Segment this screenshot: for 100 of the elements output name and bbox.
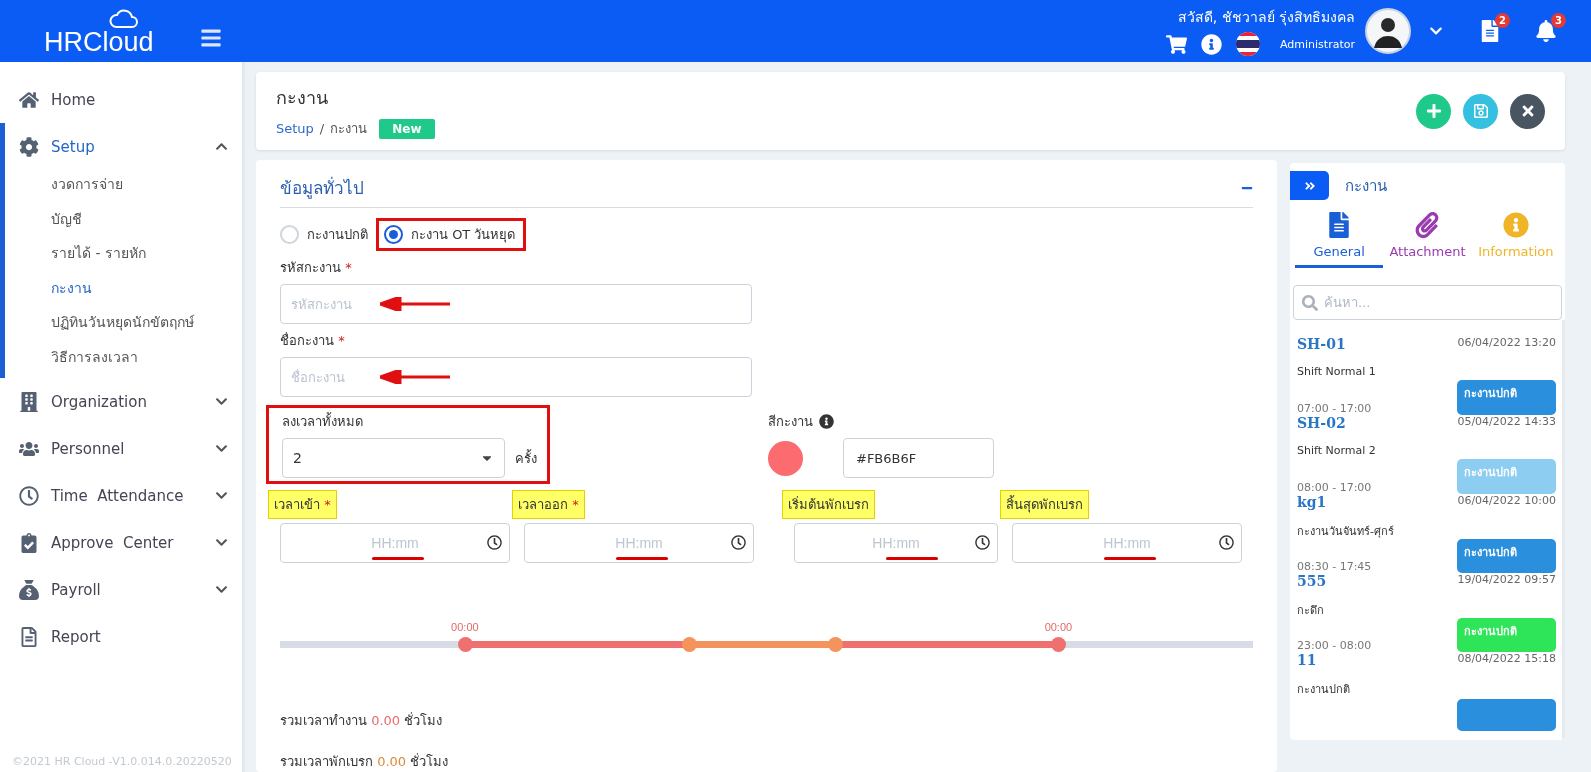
time-range: 08:00 - 17:00 bbox=[1297, 481, 1373, 494]
info-icon[interactable] bbox=[819, 414, 834, 429]
date-text: 05/04/2022 14:33 bbox=[1457, 415, 1556, 430]
home-icon bbox=[19, 89, 39, 110]
list-item[interactable]: 555 19/04/2022 09:57 กะดึก 23:00 - 08:00 กะงานปกติ bbox=[1297, 573, 1556, 652]
greeting: สวัสดี, ชัชวาลย์ รุ่งสิทธิมงคล bbox=[1177, 8, 1355, 28]
document-icon bbox=[19, 626, 39, 647]
slider-handle[interactable] bbox=[681, 637, 697, 652]
time-range: 07:00 - 17:00 bbox=[1297, 402, 1373, 415]
radio-option[interactable]: กะงานปกติ bbox=[280, 224, 368, 245]
shift-name: Shift Normal 1 bbox=[1297, 365, 1377, 381]
shift-tag: กะงานปกติ bbox=[1457, 458, 1556, 494]
slider-handle[interactable] bbox=[457, 637, 473, 652]
submenu-item[interactable]: วิธีการลงเวลา bbox=[5, 339, 242, 374]
clock-icon bbox=[19, 485, 39, 506]
gear-icon bbox=[19, 136, 39, 157]
date-text: 08/04/2022 15:18 bbox=[1457, 652, 1556, 667]
underline-mark bbox=[372, 557, 424, 560]
search-icon bbox=[1302, 295, 1318, 311]
shift-code: 555 bbox=[1297, 573, 1328, 591]
nav-item[interactable]: Approve Center bbox=[0, 519, 242, 566]
page-title: กะงาน bbox=[276, 86, 329, 110]
clock-icon bbox=[975, 535, 990, 550]
clock-icon bbox=[1219, 535, 1234, 550]
field-label: ชื่อกะงาน * bbox=[280, 331, 346, 350]
plus-icon bbox=[1425, 103, 1442, 119]
nav-item[interactable]: Organization bbox=[0, 378, 242, 425]
status-badge: New bbox=[379, 118, 435, 139]
close-button[interactable] bbox=[1510, 93, 1545, 129]
color-swatch[interactable] bbox=[768, 440, 803, 476]
submenu-item[interactable]: รายได้ - รายหัก bbox=[5, 236, 242, 271]
shift-tag: กะงานปกติ bbox=[1457, 379, 1556, 415]
slider-handle[interactable] bbox=[1051, 637, 1067, 652]
count-dropdown[interactable]: 2 bbox=[282, 438, 505, 478]
radio-option[interactable]: กะงาน OT วันหยุด bbox=[384, 224, 516, 245]
menu-button[interactable] bbox=[199, 27, 222, 49]
count-badge: 2 bbox=[1495, 13, 1510, 28]
submenu-item[interactable]: งวดการจ่าย bbox=[5, 167, 242, 202]
underline-mark bbox=[886, 557, 938, 560]
nav-item[interactable]: Payroll bbox=[0, 566, 242, 613]
list-item[interactable]: 11 08/04/2022 15:18 กะงานปกติ bbox=[1297, 652, 1556, 731]
shift-tag: กะงานปกติ bbox=[1457, 618, 1556, 652]
avatar[interactable] bbox=[1365, 8, 1411, 54]
slider-handle[interactable] bbox=[827, 637, 843, 652]
building-icon bbox=[19, 391, 39, 412]
time-field[interactable]: HH:mm bbox=[1012, 523, 1242, 563]
chevron-down-icon bbox=[215, 489, 228, 502]
shift-code: 11 bbox=[1297, 652, 1318, 670]
field-label: รหัสกะงาน * bbox=[280, 259, 353, 277]
underline-mark bbox=[1104, 557, 1156, 560]
nav-item[interactable]: Setup bbox=[0, 123, 242, 170]
color-label: สีกะงาน bbox=[768, 413, 813, 431]
chevron-down-icon bbox=[215, 583, 228, 596]
nav-item[interactable]: Home bbox=[0, 76, 242, 123]
search-field[interactable]: ค้นหา... bbox=[1293, 285, 1562, 320]
nav-item[interactable]: Time Attendance bbox=[0, 472, 242, 519]
field-label: เวลาเข้า * bbox=[268, 490, 337, 519]
breadcrumb-current: กะงาน bbox=[330, 120, 368, 138]
nav-item[interactable]: Report bbox=[0, 613, 242, 660]
cart-button[interactable] bbox=[1166, 33, 1187, 55]
input-field[interactable]: ชื่อกะงาน bbox=[280, 357, 752, 397]
list-item[interactable]: kg1 06/04/2022 10:00 กะงานวันจันทร์-ศุกร์ 08:30 - 17:45 กะงานปกติ bbox=[1297, 494, 1556, 573]
expand-button[interactable] bbox=[1290, 171, 1329, 200]
color-field[interactable]: #FB6B6F bbox=[843, 438, 994, 478]
time-field[interactable]: HH:mm bbox=[524, 523, 754, 563]
flag-icon[interactable] bbox=[1236, 32, 1260, 56]
tab[interactable]: Attachment bbox=[1383, 210, 1472, 268]
handle-label: 00:00 bbox=[1044, 621, 1073, 633]
time-field[interactable]: HH:mm bbox=[280, 523, 510, 563]
breadcrumb-link[interactable]: Setup bbox=[276, 121, 314, 136]
submenu-item[interactable]: ปฏิทินวันหยุดนักขัตฤกษ์ bbox=[5, 305, 242, 340]
info-button[interactable] bbox=[1201, 33, 1222, 55]
submenu-item[interactable]: บัญชี bbox=[5, 201, 242, 236]
field-label: ลงเวลาทั้งหมด bbox=[282, 411, 364, 431]
shift-name: Shift Normal 2 bbox=[1297, 444, 1377, 460]
underline-mark bbox=[616, 557, 668, 560]
clock-icon bbox=[731, 535, 746, 550]
documents-button[interactable] bbox=[1479, 20, 1501, 42]
money-bag-icon bbox=[19, 579, 39, 600]
shift-name: กะงานวันจันทร์-ศุกร์ bbox=[1297, 523, 1395, 540]
chevron-down-icon bbox=[215, 442, 228, 455]
total-text: รวมเวลาทำงาน 0.00 ชั่วโมง bbox=[280, 711, 444, 730]
copyright: ©2021 HR Cloud -V1.0.014.0.20220520 bbox=[12, 755, 232, 768]
list-item[interactable]: SH-01 06/04/2022 13:20 Shift Normal 1 07:00 - 17:00 กะงานปกติ bbox=[1297, 336, 1556, 415]
date-text: 06/04/2022 13:20 bbox=[1457, 336, 1556, 351]
section-title: ข้อมูลทั่วไป bbox=[280, 175, 364, 201]
input-field[interactable]: รหัสกะงาน bbox=[280, 284, 752, 324]
time-range: 23:00 - 08:00 bbox=[1297, 639, 1373, 652]
shift-code: SH-01 bbox=[1297, 336, 1347, 354]
time-field[interactable]: HH:mm bbox=[794, 523, 998, 563]
nav-item[interactable]: Personnel bbox=[0, 425, 242, 472]
tab[interactable]: General bbox=[1295, 210, 1384, 268]
notifications-button[interactable] bbox=[1535, 20, 1557, 42]
field-label: เริ่มต้นพักเบรก bbox=[782, 490, 875, 519]
info-icon bbox=[1502, 212, 1529, 238]
breadcrumb-separator: / bbox=[319, 121, 325, 136]
shift-name: กะงานปกติ bbox=[1297, 682, 1351, 699]
list-item[interactable]: SH-02 05/04/2022 14:33 Shift Normal 2 08:00 - 17:00 กะงานปกติ bbox=[1297, 415, 1556, 494]
logo[interactable]: HRCloud bbox=[44, 6, 154, 56]
submenu-item[interactable]: กะงาน bbox=[5, 270, 242, 305]
